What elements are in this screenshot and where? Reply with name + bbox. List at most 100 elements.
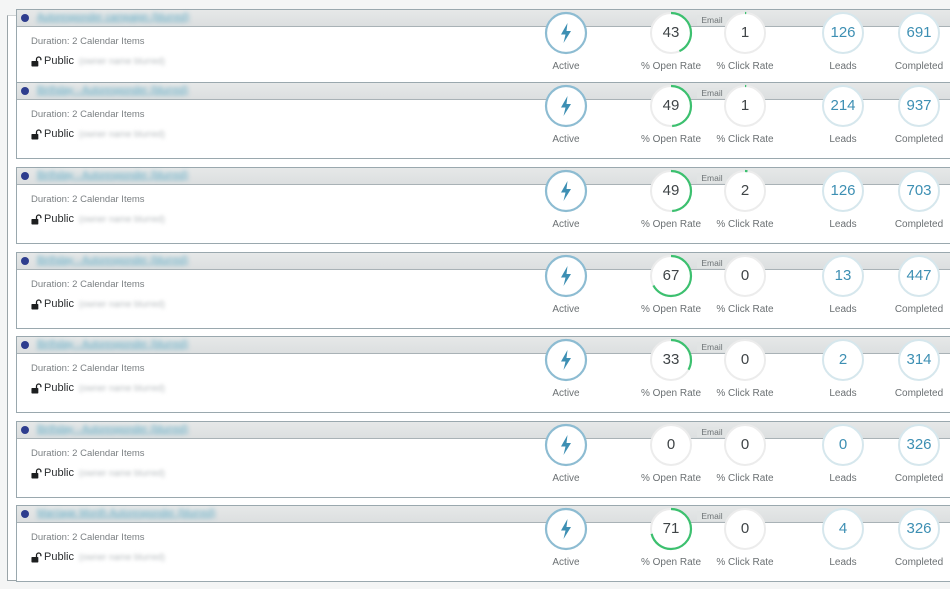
visibility: Public (owner name blurred): [31, 128, 165, 140]
leads-label: Leads: [829, 219, 857, 230]
visibility: Public (owner name blurred): [31, 382, 165, 394]
visibility-label: Public: [44, 382, 74, 394]
completed-metric[interactable]: 703 Completed: [879, 169, 950, 230]
click-rate-value: 1: [740, 97, 750, 114]
duration-text: Duration: 2 Calendar Items: [31, 532, 145, 543]
campaign-name-link[interactable]: Birthday - Autoresponder (blurred): [37, 339, 188, 350]
leads-label: Leads: [829, 388, 857, 399]
completed-ring: 326: [897, 507, 941, 551]
open-rate-ring: 49: [649, 169, 693, 213]
duration-text: Duration: 2 Calendar Items: [31, 36, 145, 47]
unlocked-icon: [31, 551, 42, 563]
open-rate-ring: 33: [649, 338, 693, 382]
open-rate-metric[interactable]: 67 % Open Rate: [631, 254, 711, 315]
status-metric[interactable]: Active: [526, 507, 606, 568]
status-metric[interactable]: Active: [526, 423, 606, 484]
status-dot-icon: [21, 87, 29, 95]
open-rate-metric[interactable]: 43 % Open Rate: [631, 11, 711, 72]
completed-metric[interactable]: 314 Completed: [879, 338, 950, 399]
owner-name: (owner name blurred): [78, 552, 166, 562]
unlocked-icon: [31, 467, 42, 479]
campaign-card: Birthday - Autoresponder (blurred) Durat…: [16, 252, 950, 329]
open-rate-value: 0: [666, 436, 676, 453]
completed-value: 691: [906, 24, 932, 41]
click-rate-metric[interactable]: 2 % Click Rate: [705, 169, 785, 230]
click-rate-metric[interactable]: 0 % Click Rate: [705, 423, 785, 484]
campaign-name-link[interactable]: Marriage Month Autoresponder (blurred): [37, 508, 215, 519]
campaign-name-link[interactable]: Autoresponder campaign (blurred): [37, 12, 189, 23]
campaign-name-link[interactable]: Birthday - Autoresponder (blurred): [37, 255, 188, 266]
status-label: Active: [552, 473, 580, 484]
status-metric[interactable]: Active: [526, 338, 606, 399]
open-rate-label: % Open Rate: [640, 473, 702, 484]
open-rate-value: 33: [662, 351, 680, 368]
click-rate-ring: 0: [723, 507, 767, 551]
open-rate-ring: 43: [649, 11, 693, 55]
completed-metric[interactable]: 326 Completed: [879, 423, 950, 484]
completed-ring: 314: [897, 338, 941, 382]
status-metric[interactable]: Active: [526, 254, 606, 315]
click-rate-metric[interactable]: 0 % Click Rate: [705, 507, 785, 568]
leads-metric[interactable]: 13 Leads: [803, 254, 883, 315]
completed-metric[interactable]: 691 Completed: [879, 11, 950, 72]
leads-ring: 2: [821, 338, 865, 382]
status-ring: [544, 84, 588, 128]
open-rate-metric[interactable]: 33 % Open Rate: [631, 338, 711, 399]
unlocked-icon: [31, 213, 42, 225]
open-rate-metric[interactable]: 49 % Open Rate: [631, 169, 711, 230]
campaign-list: Autoresponder campaign (blurred) Duratio…: [7, 9, 950, 582]
open-rate-value: 71: [662, 520, 680, 537]
leads-metric[interactable]: 2 Leads: [803, 338, 883, 399]
campaign-name-link[interactable]: Birthday - Autoresponder (blurred): [37, 424, 188, 435]
completed-ring: 447: [897, 254, 941, 298]
status-dot-icon: [21, 426, 29, 434]
leads-value: 126: [830, 24, 856, 41]
open-rate-metric[interactable]: 49 % Open Rate: [631, 84, 711, 145]
open-rate-metric[interactable]: 71 % Open Rate: [631, 507, 711, 568]
click-rate-value: 0: [740, 436, 750, 453]
open-rate-ring: 67: [649, 254, 693, 298]
completed-value: 326: [906, 520, 932, 537]
click-rate-label: % Click Rate: [716, 388, 774, 399]
campaign-name-link[interactable]: Birthday - Autoresponder (blurred): [37, 85, 188, 96]
campaign-card: Birthday - Autoresponder (blurred) Durat…: [16, 336, 950, 413]
owner-name: (owner name blurred): [78, 214, 166, 224]
campaign-card: Marriage Month Autoresponder (blurred) D…: [16, 505, 950, 582]
leads-metric[interactable]: 4 Leads: [803, 507, 883, 568]
click-rate-ring: 2: [723, 169, 767, 213]
leads-ring: 13: [821, 254, 865, 298]
status-metric[interactable]: Active: [526, 84, 606, 145]
status-dot-icon: [21, 172, 29, 180]
leads-value: 126: [830, 182, 856, 199]
completed-ring: 937: [897, 84, 941, 128]
campaign-name-link[interactable]: Birthday - Autoresponder (blurred): [37, 170, 188, 181]
open-rate-metric[interactable]: 0 % Open Rate: [631, 423, 711, 484]
campaign-card: Birthday - Autoresponder (blurred) Durat…: [16, 167, 950, 244]
leads-metric[interactable]: 126 Leads: [803, 11, 883, 72]
status-label: Active: [552, 134, 580, 145]
visibility: Public (owner name blurred): [31, 213, 165, 225]
visibility-label: Public: [44, 467, 74, 479]
status-metric[interactable]: Active: [526, 11, 606, 72]
unlocked-icon: [31, 55, 42, 67]
completed-metric[interactable]: 326 Completed: [879, 507, 950, 568]
click-rate-metric[interactable]: 1 % Click Rate: [705, 11, 785, 72]
leads-metric[interactable]: 126 Leads: [803, 169, 883, 230]
click-rate-metric[interactable]: 1 % Click Rate: [705, 84, 785, 145]
status-metric[interactable]: Active: [526, 169, 606, 230]
open-rate-ring: 0: [649, 423, 693, 467]
click-rate-label: % Click Rate: [716, 61, 774, 72]
open-rate-value: 49: [662, 182, 680, 199]
click-rate-label: % Click Rate: [716, 219, 774, 230]
visibility-label: Public: [44, 128, 74, 140]
leads-metric[interactable]: 0 Leads: [803, 423, 883, 484]
click-rate-metric[interactable]: 0 % Click Rate: [705, 338, 785, 399]
click-rate-value: 1: [740, 24, 750, 41]
completed-metric[interactable]: 937 Completed: [879, 84, 950, 145]
visibility-label: Public: [44, 551, 74, 563]
completed-metric[interactable]: 447 Completed: [879, 254, 950, 315]
visibility: Public (owner name blurred): [31, 55, 165, 67]
leads-metric[interactable]: 214 Leads: [803, 84, 883, 145]
click-rate-metric[interactable]: 0 % Click Rate: [705, 254, 785, 315]
visibility-label: Public: [44, 213, 74, 225]
